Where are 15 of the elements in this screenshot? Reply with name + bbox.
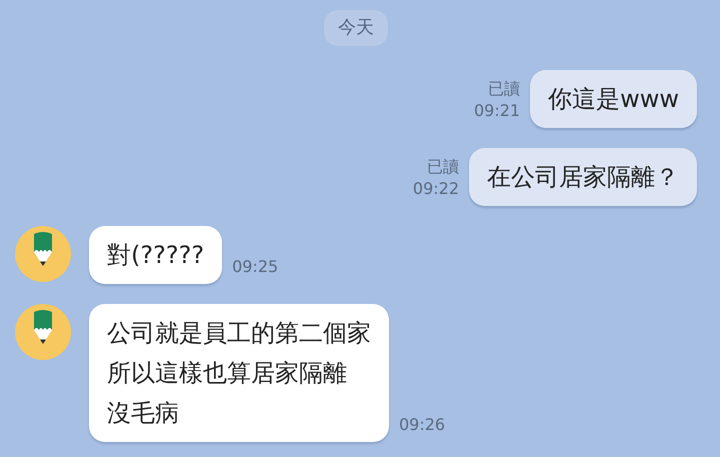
message-text: 公司就是員工的第二個家	[107, 318, 371, 349]
date-divider: 今天	[324, 10, 388, 46]
message-time: 09:25	[232, 256, 278, 278]
message-text: 你這是www	[548, 84, 679, 115]
avatar-icon	[15, 226, 71, 282]
message-text: 對(?????	[107, 240, 204, 271]
message-text: 在公司居家隔離？	[487, 162, 679, 193]
read-receipt: 已讀	[427, 156, 459, 178]
read-receipt: 已讀	[488, 78, 520, 100]
message-text: 所以這樣也算居家隔離	[107, 358, 348, 389]
message-time: 09:26	[399, 414, 446, 436]
message-time: 09:22	[412, 178, 459, 200]
message-text: 沒毛病	[107, 398, 180, 429]
message-time: 09:21	[474, 100, 520, 122]
avatar-icon	[15, 304, 71, 360]
